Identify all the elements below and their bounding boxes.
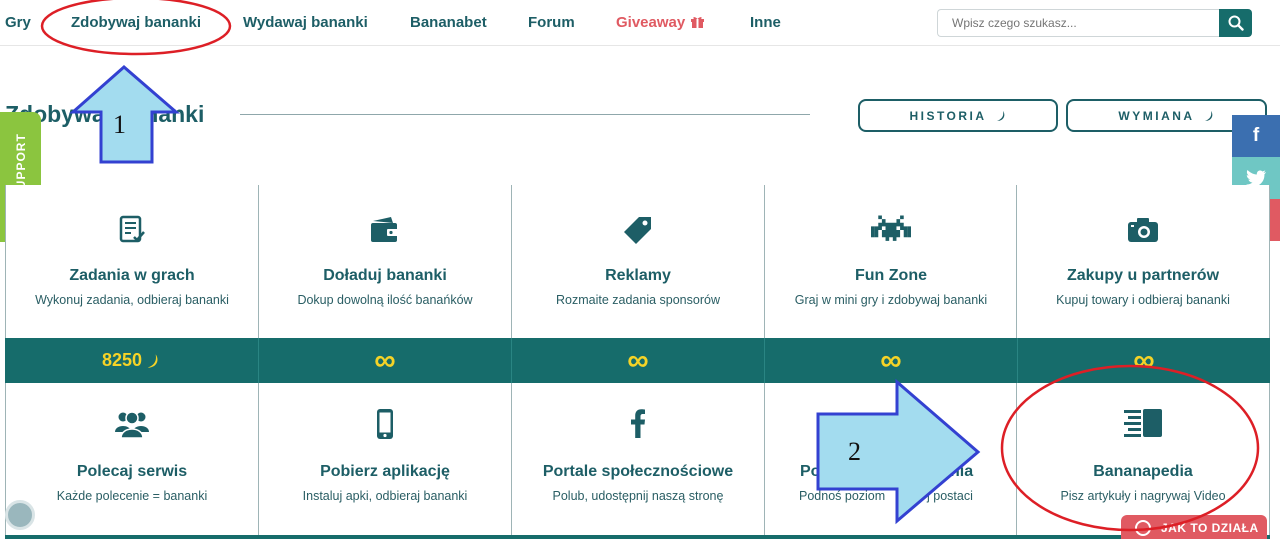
band-cell-zadania: 8250 — [5, 338, 258, 383]
space-invader-icon — [765, 215, 1017, 245]
card-portale[interactable]: Portale społecznościowe Polub, udostępni… — [511, 383, 764, 536]
play-icon — [1135, 520, 1151, 536]
banana-count: 8250 — [101, 350, 143, 370]
card-desc: Kupuj towary i odbieraj bananki — [1056, 293, 1230, 307]
card-desc: Dokup dowolną ilość banańków — [297, 293, 473, 307]
twitter-icon — [1246, 169, 1266, 187]
card-poziom[interactable]: Po nia Podnoś poziom j postaci — [764, 383, 1017, 536]
facebook-share-button[interactable]: f — [1232, 115, 1280, 157]
band-cell-zakupy: ∞ — [1017, 338, 1270, 383]
value-band: 8250 ∞ ∞ ∞ ∞ — [5, 338, 1270, 383]
infinity-value: ∞ — [627, 343, 649, 377]
banana-icon — [1204, 110, 1212, 121]
facebook-icon: f — [1252, 125, 1260, 146]
card-zakupy[interactable]: Zakupy u partnerów Kupuj towary i odbier… — [1016, 185, 1270, 338]
wallet-icon — [259, 215, 511, 245]
card-doladuj[interactable]: Doładuj bananki Dokup dowolną ilość bana… — [258, 185, 511, 338]
search-icon — [1228, 15, 1244, 31]
title-divider — [240, 114, 810, 115]
card-desc: Wykonuj zadania, odbieraj bananki — [35, 293, 229, 307]
band-cell-funzone: ∞ — [764, 338, 1017, 383]
card-title: Reklamy — [605, 267, 671, 284]
gift-icon — [691, 17, 705, 28]
annotation-number-1: 1 — [113, 110, 126, 139]
card-desc: Instaluj apki, odbieraj bananki — [302, 489, 468, 503]
card-desc: Rozmaite zadania sponsorów — [556, 293, 720, 307]
nav-item-forum[interactable]: Forum — [528, 14, 575, 31]
card-pobierz[interactable]: Pobierz aplikację Instaluj apki, odbiera… — [258, 383, 511, 536]
card-desc: Graj w mini gry i zdobywaj bananki — [794, 293, 988, 307]
camera-icon — [1017, 215, 1269, 245]
band-cell-reklamy: ∞ — [511, 338, 764, 383]
users-icon — [6, 408, 258, 438]
nav-item-bananabet[interactable]: Bananabet — [410, 14, 487, 31]
how-it-works-label: JAK TO DZIAŁA — [1161, 521, 1259, 535]
card-title: Fun Zone — [855, 267, 927, 284]
annotation-number-2: 2 — [848, 437, 861, 466]
card-title: Pobierz aplikację — [320, 463, 450, 480]
search-bar — [937, 9, 1252, 37]
card-title: Polecaj serwis — [76, 463, 188, 480]
banana-icon — [996, 110, 1004, 121]
checklist-icon — [6, 215, 258, 245]
card-title-end: nia — [950, 463, 974, 480]
card-bananapedia[interactable]: Bananapedia Pisz artykuły i nagrywaj Vid… — [1016, 383, 1270, 536]
card-funzone[interactable]: Fun Zone Graj w mini gry i zdobywaj bana… — [764, 185, 1017, 338]
card-title: Doładuj bananki — [323, 267, 447, 284]
historia-button[interactable]: HISTORIA — [858, 99, 1058, 132]
book-icon — [1017, 408, 1269, 438]
nav-item-giveaway[interactable]: Giveaway — [616, 14, 705, 31]
card-desc: Podnoś poziom — [799, 489, 886, 503]
top-nav: Gry Zdobywaj bananki Wydawaj bananki Ban… — [0, 0, 1280, 46]
search-button[interactable] — [1219, 9, 1252, 37]
banana-icon — [147, 353, 158, 368]
infinity-value: ∞ — [374, 343, 396, 377]
infinity-value: ∞ — [880, 343, 902, 377]
giveaway-label: Giveaway — [616, 14, 686, 31]
card-title: Zadania w grach — [69, 267, 195, 284]
wymiana-label: WYMIANA — [1118, 108, 1195, 123]
card-title: Po — [800, 463, 821, 480]
nav-item-wydawaj[interactable]: Wydawaj bananki — [243, 14, 368, 31]
phone-icon — [259, 408, 511, 440]
infinity-value: ∞ — [1133, 343, 1155, 377]
card-polecaj[interactable]: Polecaj serwis Każde polecenie = bananki — [5, 383, 258, 536]
card-reklamy[interactable]: Reklamy Rozmaite zadania sponsorów — [511, 185, 764, 338]
card-title: Zakupy u partnerów — [1066, 267, 1220, 284]
card-title: Portale społecznościowe — [542, 463, 734, 480]
tag-icon — [512, 215, 764, 245]
bottom-band — [5, 535, 1270, 539]
card-zadania[interactable]: Zadania w grach Wykonuj zadania, odbiera… — [5, 185, 258, 338]
card-desc: Każde polecenie = bananki — [56, 489, 208, 503]
card-desc: Pisz artykuły i nagrywaj Video — [1060, 489, 1226, 503]
facebook-icon — [512, 408, 764, 438]
search-input[interactable] — [937, 9, 1222, 37]
band-cell-doladuj: ∞ — [258, 338, 511, 383]
nav-item-zdobywaj[interactable]: Zdobywaj bananki — [71, 14, 201, 31]
nav-item-gry[interactable]: Gry — [5, 14, 31, 31]
how-it-works-button[interactable]: JAK TO DZIAŁA — [1121, 515, 1267, 539]
card-title: Bananapedia — [1093, 463, 1193, 480]
historia-label: HISTORIA — [909, 108, 987, 123]
corner-icon-button[interactable] — [5, 500, 35, 530]
nav-item-inne[interactable]: Inne — [750, 14, 781, 31]
card-desc: Polub, udostępnij naszą stronę — [552, 489, 724, 503]
card-desc-end: j postaci — [927, 489, 973, 503]
